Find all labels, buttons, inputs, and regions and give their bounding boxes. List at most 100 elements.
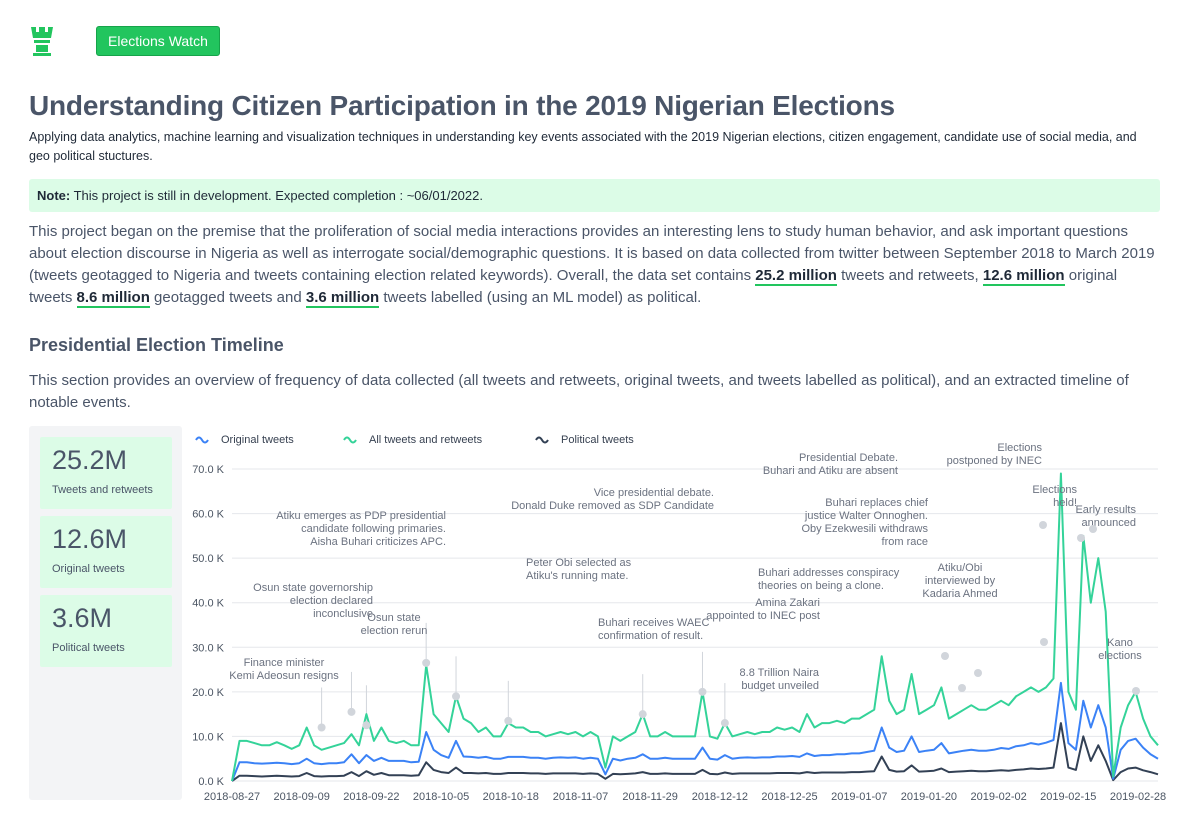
annotation-marker-dot (1040, 638, 1048, 646)
annotation-label: candidate following primaries. (301, 523, 446, 535)
annotation-label: Vice presidential debate. (594, 487, 714, 499)
annotation-label: Atiku/Obi (938, 562, 983, 574)
annotation-label: Kadaria Ahmed (922, 588, 997, 600)
annotation-label: held! (1053, 497, 1077, 509)
x-tick-label: 2019-01-20 (901, 791, 957, 803)
annotation-marker-dot (941, 652, 949, 660)
stat-highlight-political: 3.6 million (305, 289, 380, 308)
annotation-marker-dot (362, 721, 371, 730)
annotation-marker-dot (347, 707, 356, 716)
x-tick-label: 2018-11-29 (622, 791, 677, 803)
annotation-label: Osun state (367, 612, 420, 624)
annotation-label: election rerun (361, 625, 428, 637)
y-tick-label: 30.0 K (192, 642, 224, 654)
annotation-label: Presidential Debate. (799, 452, 898, 464)
annotation-label: 8.8 Trillion Naira (740, 667, 820, 679)
annotation-marker-dot (638, 710, 647, 719)
annotation-label: Buhari and Atiku are absent (763, 465, 898, 477)
annotation-marker-dot (974, 669, 982, 677)
legend-label: Original tweets (221, 434, 294, 446)
stat-highlight-geotagged: 8.6 million (76, 289, 150, 308)
annotation-label: postponed by INEC (947, 455, 1042, 467)
y-tick-label: 70.0 K (192, 464, 224, 476)
annotation-marker-dot (1077, 534, 1085, 542)
stat-highlight-total: 25.2 million (755, 267, 837, 286)
legend-swatch-icon (195, 436, 209, 444)
annotation-label: Oby Ezekwesili withdraws (801, 523, 928, 535)
annotation-label: Aisha Buhari criticizes APC. (310, 536, 446, 548)
x-tick-label: 2018-12-25 (761, 791, 817, 803)
timeline-chart[interactable]: 0.0 K 10.0 K 20.0 K 30.0 K 40.0 K 50.0 K 60.0 … (186, 426, 1166, 806)
annotation-label: Atiku's running mate. (526, 570, 628, 582)
annotation-label: Elections (997, 442, 1042, 454)
page-title: Understanding Citizen Participation in t… (29, 90, 895, 121)
annotation-marker-dot (422, 658, 431, 667)
x-tick-label: 2019-02-02 (970, 791, 1026, 803)
legend-label: Political tweets (561, 434, 634, 446)
y-tick-label: 60.0 K (192, 509, 224, 521)
stat-label: Original tweets (52, 563, 125, 575)
annotation-label: inconclusive (313, 608, 373, 620)
x-tick-label: 2018-08-27 (204, 791, 260, 803)
logo-icon[interactable] (28, 24, 56, 58)
annotation-label: budget unveiled (741, 680, 819, 692)
annotation-label: interviewed by (925, 575, 996, 587)
stat-highlight-original: 12.6 million (982, 267, 1065, 286)
annotation-label: Buhari addresses conspiracy (758, 567, 900, 579)
legend-label: All tweets and retweets (369, 434, 483, 446)
annotation-marker-dot (452, 692, 461, 701)
annotation-marker-dot (1132, 687, 1140, 695)
annotation-marker-dot (1089, 525, 1097, 533)
timeline-chart-svg[interactable]: 0.0 K 10.0 K 20.0 K 30.0 K 40.0 K 50.0 K 60.0 … (186, 426, 1166, 806)
stat-label: Tweets and retweets (52, 484, 153, 496)
y-tick-label: 20.0 K (192, 687, 224, 699)
section-heading: Presidential Election Timeline (29, 335, 284, 355)
annotation-marker-dot (698, 687, 707, 696)
x-tick-label: 2018-10-05 (413, 791, 469, 803)
annotation-label: confirmation of result. (598, 630, 703, 642)
x-tick-label: 2019-02-15 (1040, 791, 1096, 803)
note-text: This project is still in development. Ex… (73, 188, 483, 203)
annotation-label: Atiku emerges as PDP presidential (276, 510, 446, 522)
section-description: This section provides an overview of fre… (29, 372, 1129, 411)
intro-text: tweets labelled (using an ML model) as p… (379, 289, 702, 306)
intro-text: tweets and retweets, (836, 267, 983, 284)
elections-watch-button[interactable]: Elections Watch (96, 26, 220, 56)
annotation-label: Buhari receives WAEC (598, 617, 710, 629)
stat-value: 25.2M (52, 445, 128, 475)
stat-card-all: 25.2M Tweets and retweets (40, 437, 172, 509)
y-tick-label: 50.0 K (192, 553, 224, 565)
note-label: Note: (37, 188, 71, 203)
intro-paragraph: This project began on the premise that t… (29, 221, 1164, 309)
annotation-label: Donald Duke removed as SDP Candidate (511, 500, 714, 512)
x-tick-label: 2019-01-07 (831, 791, 887, 803)
annotation-marker-dot (1039, 521, 1047, 529)
annotation-label: election declared (290, 595, 373, 607)
annotation-marker-dot (958, 684, 966, 692)
stats-panel: 25.2M Tweets and retweets 12.6M Original… (29, 426, 182, 800)
y-tick-label: 40.0 K (192, 598, 224, 610)
legend-swatch-icon (343, 436, 357, 444)
intro-text: geotagged tweets and (149, 289, 306, 306)
annotation-label: from race (882, 536, 928, 548)
annotation-label: Peter Obi selected as (526, 557, 632, 569)
stat-card-original: 12.6M Original tweets (40, 516, 172, 588)
app-header (28, 24, 56, 58)
y-tick-label: 10.0 K (192, 731, 224, 743)
annotation-marker-dot (504, 716, 513, 725)
legend-swatch-icon (535, 436, 549, 444)
annotation-label: appointed to INEC post (706, 610, 820, 622)
stat-value: 12.6M (52, 524, 128, 554)
annotation-label: elections (1098, 650, 1142, 662)
annotation-marker-dot (317, 723, 326, 732)
stat-value: 3.6M (52, 603, 113, 633)
x-tick-label: 2018-11-07 (553, 791, 608, 803)
annotation-label: Early results (1075, 504, 1136, 516)
annotation-label: Osun state governorship (253, 582, 373, 594)
x-tick-label: 2018-12-12 (692, 791, 748, 803)
annotation-label: Kano (1107, 637, 1133, 649)
annotation-label: Amina Zakari (755, 597, 820, 609)
annotation-label: Finance minister (244, 657, 325, 669)
annotation-label: theories on being a clone. (758, 580, 884, 592)
annotation-label: Buhari replaces chief (825, 497, 929, 509)
